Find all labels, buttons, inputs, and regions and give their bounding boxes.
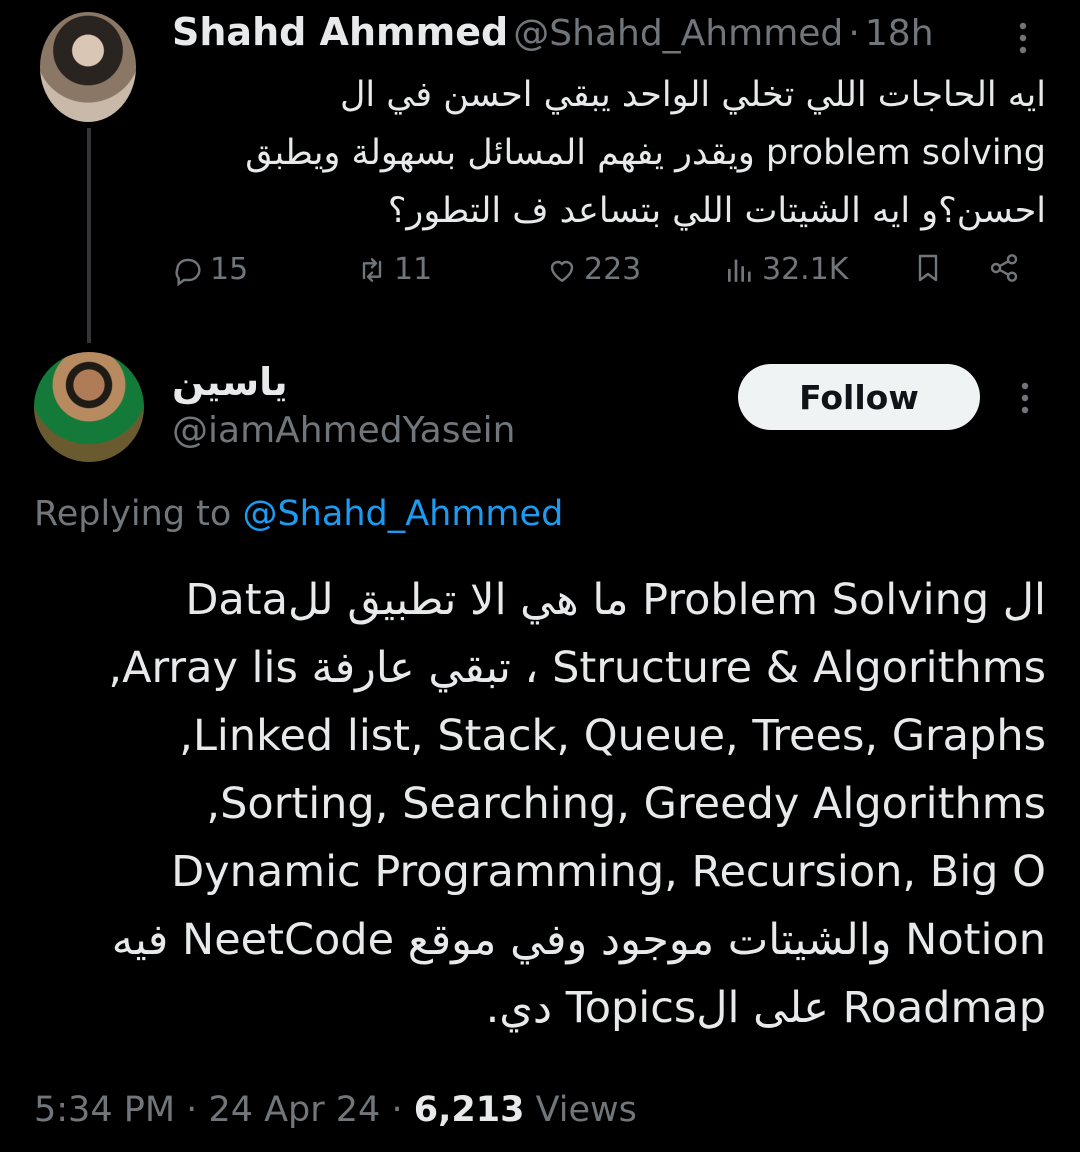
- heart-icon: [550, 260, 574, 282]
- header-separator: ·: [848, 13, 860, 54]
- reply-author-handle[interactable]: @iamAhmedYasein: [172, 410, 515, 451]
- avatar-yasein[interactable]: [34, 352, 144, 462]
- reply-button[interactable]: 15: [172, 252, 248, 287]
- reply-count: 15: [210, 252, 249, 287]
- tweet-text-line: problem solving ويقدر يفهم المسائل بسهول…: [245, 133, 1046, 173]
- follow-button[interactable]: Follow: [738, 364, 980, 430]
- views-chart-icon: [728, 258, 751, 282]
- reply-more-options-icon[interactable]: [1010, 378, 1040, 418]
- replying-prefix: Replying to: [34, 494, 232, 534]
- avatar-shahd[interactable]: [40, 12, 136, 122]
- reply-text-line: ال Problem Solving ما هي الا تطبيق للDat…: [185, 575, 1046, 625]
- like-button[interactable]: 223: [546, 252, 641, 287]
- reply-icon: [175, 258, 201, 286]
- retweet-icon: [362, 257, 382, 282]
- share-icon: [990, 254, 1018, 282]
- tweet-time[interactable]: 5:34 PM: [34, 1090, 175, 1130]
- time-ago[interactable]: 18h: [865, 13, 934, 54]
- reply-text-line: Notion والشيتات موجود وفي موقع NeetCode …: [111, 915, 1046, 965]
- retweet-count: 11: [394, 252, 433, 287]
- bookmark-button[interactable]: [912, 252, 944, 284]
- tweet-meta: 5:34 PM · 24 Apr 24 · 6,213 Views: [34, 1090, 637, 1130]
- reply-text-line: Dynamic Programming, Recursion, Big O: [171, 847, 1046, 897]
- views-count: 32.1K: [762, 252, 849, 287]
- tweet-date[interactable]: 24 Apr 24: [208, 1090, 380, 1130]
- meta-separator: ·: [391, 1090, 403, 1130]
- bookmark-icon: [918, 254, 938, 282]
- thread-connector-line: [87, 128, 91, 343]
- meta-separator: ·: [186, 1090, 198, 1130]
- views-total: 6,213: [413, 1090, 525, 1130]
- parent-tweet-header: Shahd Ahmmed @Shahd_Ahmmed · 18h: [172, 10, 934, 54]
- share-button[interactable]: [988, 252, 1020, 284]
- like-count: 223: [584, 252, 642, 287]
- reply-text-line: Sorting, Searching, Greedy Algorithms,: [206, 779, 1046, 829]
- replying-to: Replying to @Shahd_Ahmmed: [34, 494, 563, 534]
- more-options-icon[interactable]: [1008, 18, 1038, 58]
- replying-mention-link[interactable]: @Shahd_Ahmmed: [242, 494, 563, 534]
- reply-tweet-text: ال Problem Solving ما هي الا تطبيق للDat…: [36, 566, 1046, 1042]
- author-name[interactable]: Shahd Ahmmed: [172, 10, 508, 54]
- reply-text-line: Roadmap على الTopics دي.: [485, 983, 1046, 1033]
- reply-text-line: Structure & Algorithms ، تبقي عارفة Arra…: [108, 643, 1046, 693]
- author-handle[interactable]: @Shahd_Ahmmed: [513, 13, 843, 54]
- reply-author-name[interactable]: ياسين: [172, 360, 288, 404]
- parent-tweet-text: ايه الحاجات اللي تخلي الواحد يبقي احسن ف…: [226, 66, 1046, 240]
- reply-text-line: Linked list, Stack, Queue, Trees, Graphs…: [179, 711, 1046, 761]
- retweet-button[interactable]: 11: [356, 252, 432, 287]
- tweet-text-line: احسن؟و ايه الشيتات اللي بتساعد ف التطور؟: [387, 191, 1046, 231]
- tweet-text-line: ايه الحاجات اللي تخلي الواحد يبقي احسن ف…: [339, 75, 1046, 115]
- views-label: Views: [535, 1090, 637, 1130]
- views-button[interactable]: 32.1K: [724, 252, 848, 287]
